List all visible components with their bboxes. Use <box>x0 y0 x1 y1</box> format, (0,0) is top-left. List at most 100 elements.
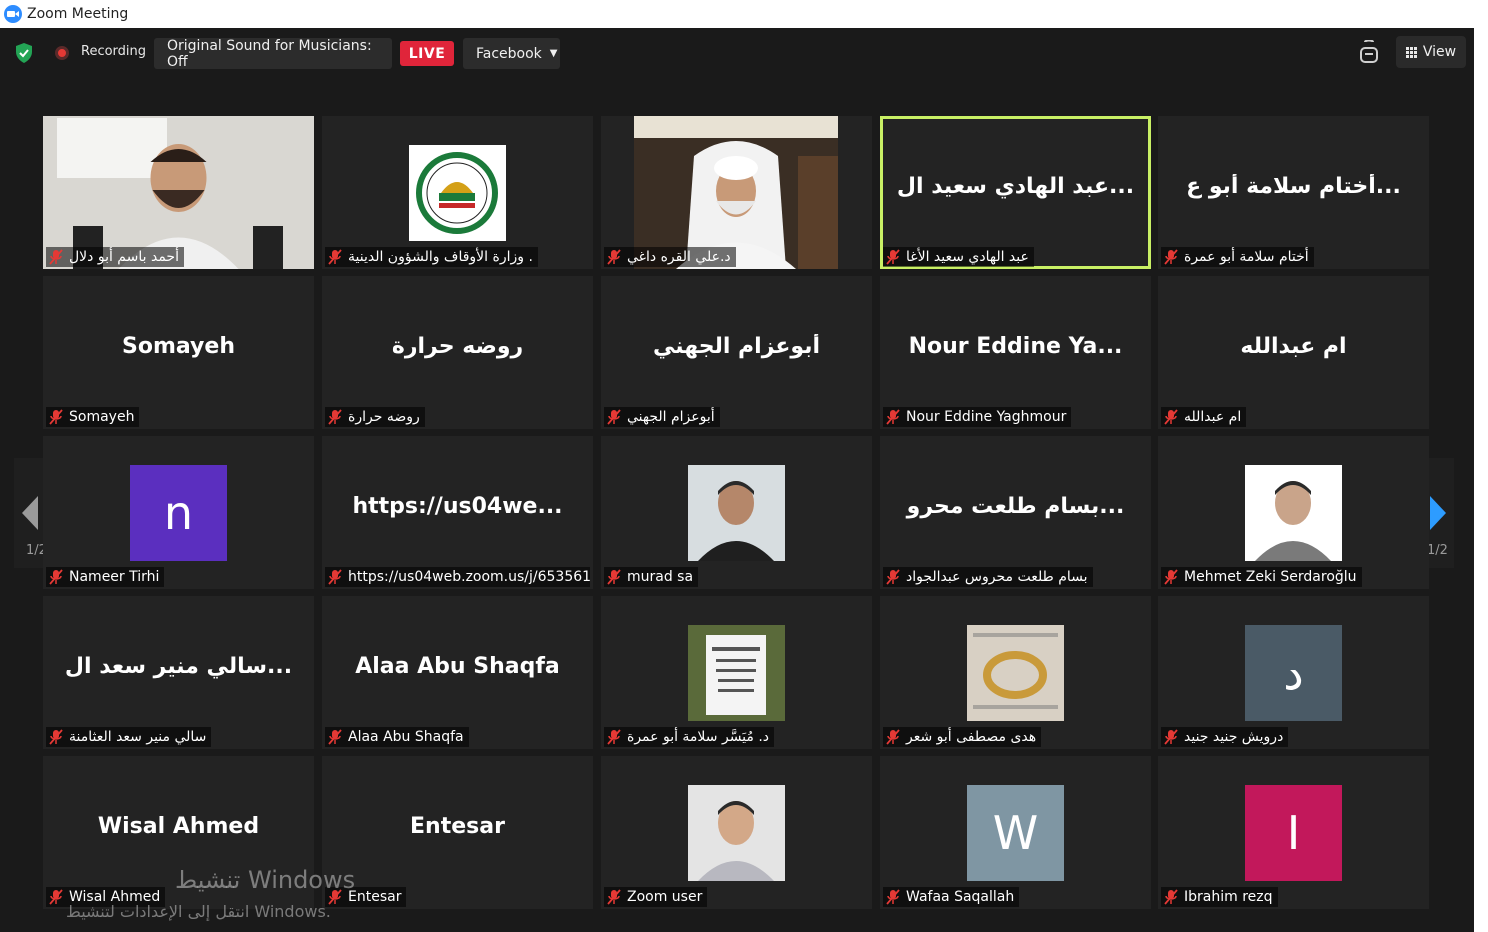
participant-tile[interactable]: د درويش جنيد جنيد <box>1158 596 1429 749</box>
participant-name: هدى مصطفى أبو شعر <box>906 729 1037 745</box>
participant-tile[interactable]: هدى مصطفى أبو شعر <box>880 596 1151 749</box>
zoom-app-icon <box>4 5 22 23</box>
muted-mic-icon <box>1164 409 1184 425</box>
participant-name: Alaa Abu Shaqfa <box>348 729 464 745</box>
participant-tile[interactable]: د. مُيَسَّر سلامة أبو عمرة <box>601 596 872 749</box>
participant-name: أبوعزام الجهني <box>627 409 715 425</box>
participant-name-label: أحمد باسم أبو دلال <box>46 247 184 267</box>
participant-tile[interactable]: Zoom user <box>601 756 872 909</box>
participant-display-name: ام عبدالله <box>1240 334 1347 359</box>
participant-name-label: Nameer Tirhi <box>46 567 165 587</box>
participant-display-name: أبوعزام الجهني <box>652 334 821 359</box>
participant-tile[interactable]: بسام طلعت محرو... بسام طلعت محروس عبدالجو… <box>880 436 1151 589</box>
participant-name: أختام سلامة أبو عمرة <box>1184 249 1309 265</box>
participant-name: Wafaa Saqallah <box>906 889 1015 905</box>
livestream-dropdown[interactable]: Facebook ▼ <box>463 38 560 69</box>
participant-display-name: بسام طلعت محرو... <box>906 494 1125 519</box>
participant-name-label: أختام سلامة أبو عمرة <box>1161 247 1314 267</box>
muted-mic-icon <box>607 729 627 745</box>
participant-display-name: أختام سلامة أبو ع... <box>1186 174 1401 199</box>
muted-mic-icon <box>328 569 348 585</box>
encryption-shield-icon[interactable] <box>14 42 34 64</box>
participant-name-label: Zoom user <box>604 887 708 907</box>
muted-mic-icon <box>1164 569 1184 585</box>
participant-display-name: Somayeh <box>122 334 235 359</box>
participant-tile[interactable]: د.علي القره داغي <box>601 116 872 269</box>
muted-mic-icon <box>49 249 69 265</box>
grid-view-icon <box>1405 46 1417 58</box>
participant-name: وزارة الأوقاف والشؤون الدينية . <box>348 249 533 265</box>
recording-dot-icon <box>55 46 69 60</box>
participant-tile[interactable]: Mehmet Zeki Serdaroğlu <box>1158 436 1429 589</box>
participant-display-name: Entesar <box>410 814 505 839</box>
participant-display-name: روضه حرارة <box>391 334 524 359</box>
muted-mic-icon <box>886 569 906 585</box>
muted-mic-icon <box>328 249 348 265</box>
participant-tile[interactable]: أبوعزام الجهني أبوعزام الجهني <box>601 276 872 429</box>
participant-tile[interactable]: Somayeh Somayeh <box>43 276 314 429</box>
participant-tile[interactable]: murad sa <box>601 436 872 589</box>
muted-mic-icon <box>1164 249 1184 265</box>
participant-name-label: https://us04web.zoom.us/j/65356132... <box>325 567 590 587</box>
participant-tile[interactable]: ام عبدالله ام عبدالله <box>1158 276 1429 429</box>
muted-mic-icon <box>328 729 348 745</box>
participant-display-name: https://us04we... <box>352 494 563 519</box>
participant-tile[interactable]: W Wafaa Saqallah <box>880 756 1151 909</box>
participant-tile[interactable]: أختام سلامة أبو ع... أختام سلامة أبو عمرة <box>1158 116 1429 269</box>
muted-mic-icon <box>1164 889 1184 905</box>
muted-mic-icon <box>328 409 348 425</box>
window-title: Zoom Meeting <box>27 6 129 22</box>
participant-tile[interactable]: Entesar Entesar <box>322 756 593 909</box>
participant-tile[interactable]: Alaa Abu Shaqfa Alaa Abu Shaqfa <box>322 596 593 749</box>
windows-activation-watermark: تنشيط Windows <box>175 866 356 894</box>
participant-name: د.علي القره داغي <box>627 249 731 265</box>
participant-name: Ibrahim rezq <box>1184 889 1273 905</box>
participant-name-label: بسام طلعت محروس عبدالجواد <box>883 567 1093 587</box>
participant-tile[interactable]: روضه حرارة روضه حرارة <box>322 276 593 429</box>
participant-tile[interactable]: I Ibrahim rezq <box>1158 756 1429 909</box>
chevron-down-icon: ▼ <box>549 48 558 59</box>
meeting-window: Recording Original Sound for Musicians: … <box>0 28 1474 932</box>
participant-name: Entesar <box>348 889 402 905</box>
participant-name: Zoom user <box>627 889 703 905</box>
participant-name-label: عبد الهادي سعيد الأغا <box>883 247 1034 267</box>
participant-tile[interactable]: عبد الهادي سعيد ال... عبد الهادي سعيد الأ… <box>880 116 1151 269</box>
participant-avatar: د <box>1245 625 1342 721</box>
participant-display-name: Alaa Abu Shaqfa <box>355 654 560 679</box>
muted-mic-icon <box>1164 729 1184 745</box>
participant-name-label: أبوعزام الجهني <box>604 407 720 427</box>
muted-mic-icon <box>49 569 69 585</box>
participant-tile[interactable]: سالي منير سعد ال... سالي منير سعد العثامن… <box>43 596 314 749</box>
live-badge[interactable]: LIVE <box>400 41 454 66</box>
view-button[interactable]: View <box>1396 36 1466 68</box>
muted-mic-icon <box>49 729 69 745</box>
participant-tile[interactable]: أحمد باسم أبو دلال <box>43 116 314 269</box>
original-sound-button[interactable]: Original Sound for Musicians: Off <box>154 38 392 70</box>
participant-name: Somayeh <box>69 409 135 425</box>
participant-name-label: هدى مصطفى أبو شعر <box>883 727 1042 747</box>
participant-name: https://us04web.zoom.us/j/65356132... <box>348 569 590 585</box>
participant-display-name: سالي منير سعد ال... <box>64 654 293 679</box>
participant-name-label: Mehmet Zeki Serdaroğlu <box>1161 567 1362 587</box>
participant-tile[interactable]: Nour Eddine Ya... Nour Eddine Yaghmour <box>880 276 1151 429</box>
muted-mic-icon <box>886 889 906 905</box>
participant-name-label: Wafaa Saqallah <box>883 887 1020 907</box>
participant-tile[interactable]: n Nameer Tirhi <box>43 436 314 589</box>
recording-label[interactable]: Recording <box>81 44 146 59</box>
participant-tile[interactable]: وزارة الأوقاف والشؤون الدينية . <box>322 116 593 269</box>
participant-name-label: murad sa <box>604 567 699 587</box>
participant-name-label: Somayeh <box>46 407 140 427</box>
participant-name-label: Ibrahim rezq <box>1161 887 1278 907</box>
participant-name-label: ام عبدالله <box>1161 407 1247 427</box>
participant-name: ام عبدالله <box>1184 409 1242 425</box>
muted-mic-icon <box>607 889 627 905</box>
muted-mic-icon <box>607 569 627 585</box>
participant-display-name: Wisal Ahmed <box>97 814 260 839</box>
participant-name: درويش جنيد جنيد <box>1184 729 1284 745</box>
participant-tile[interactable]: https://us04we... https://us04web.zoom.us… <box>322 436 593 589</box>
muted-mic-icon <box>607 249 627 265</box>
participant-avatar: n <box>130 465 227 561</box>
participant-name: سالي منير سعد العثامنة <box>69 729 207 745</box>
participant-name-label: سالي منير سعد العثامنة <box>46 727 212 747</box>
exit-fullscreen-icon[interactable] <box>1358 40 1380 64</box>
